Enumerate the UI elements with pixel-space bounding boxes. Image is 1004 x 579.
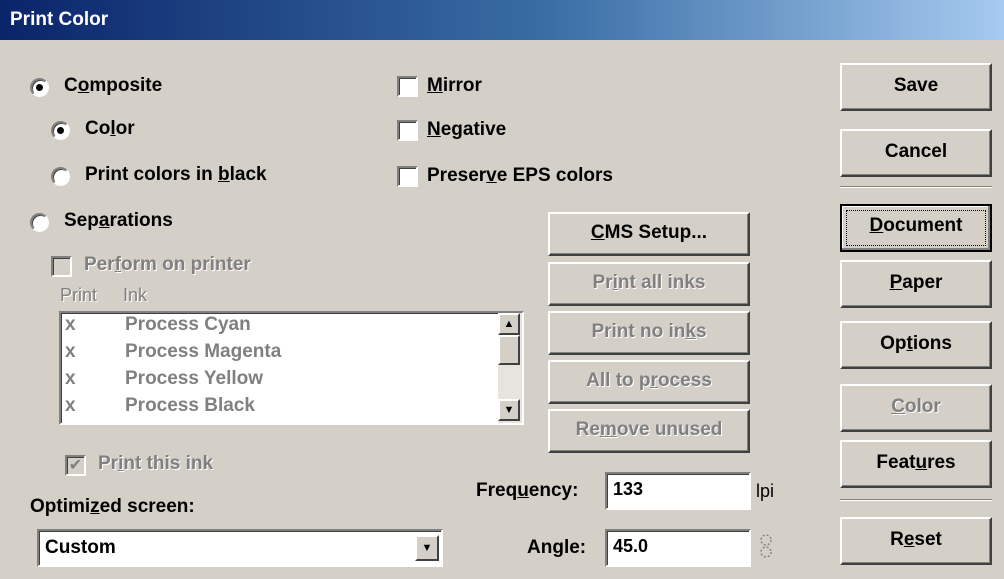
print-color-dialog: Print Color Composite Color Print colors… <box>0 0 1004 579</box>
window-title: Print Color <box>10 9 109 30</box>
column-header-ink: Ink <box>123 285 148 305</box>
preserve-eps-checkbox[interactable] <box>397 166 418 187</box>
list-item[interactable]: x Process Black <box>65 394 495 421</box>
separator <box>840 499 992 501</box>
composite-radio[interactable] <box>30 78 49 97</box>
ink-print-mark: x <box>65 314 76 335</box>
ink-name: Process Magenta <box>125 341 282 362</box>
remove-unused-button[interactable]: Remove unused <box>548 409 750 453</box>
color-button[interactable]: Color <box>840 384 992 432</box>
separations-label[interactable]: Separations <box>64 210 173 232</box>
frequency-value: 133 <box>613 479 644 499</box>
title-bar: Print Color <box>0 0 1004 40</box>
separator <box>840 186 992 188</box>
focus-rect <box>846 210 986 246</box>
list-item[interactable]: x Process Cyan <box>65 313 495 340</box>
composite-radio-dot <box>36 84 43 91</box>
options-button[interactable]: Options <box>840 321 992 369</box>
chevron-down-icon[interactable]: ▼ <box>415 535 439 561</box>
perform-on-printer-label[interactable]: Perform on printer <box>84 254 251 276</box>
ink-name: Process Yellow <box>125 368 264 389</box>
separations-radio[interactable] <box>30 213 49 232</box>
print-in-black-radio[interactable] <box>51 167 70 186</box>
scroll-up-button[interactable]: ▲ <box>498 313 520 335</box>
negative-label[interactable]: Negative <box>427 119 506 141</box>
paper-button[interactable]: Paper <box>840 260 992 308</box>
angle-input[interactable]: 45.0 <box>605 529 751 567</box>
reset-button[interactable]: Reset <box>840 517 992 565</box>
perform-on-printer-checkbox[interactable] <box>51 256 72 277</box>
document-button[interactable]: Document <box>840 204 992 252</box>
optimized-screen-dropdown[interactable]: Custom ▼ <box>37 529 443 567</box>
cms-setup-button[interactable]: CMS Setup... <box>548 212 750 256</box>
print-this-ink-label[interactable]: Print this ink <box>98 453 213 475</box>
preserve-eps-label[interactable]: Preserve EPS colors <box>427 165 613 187</box>
angle-label: Angle: <box>527 537 587 558</box>
optimized-screen-label: Optimized screen: <box>30 496 195 517</box>
frequency-label: Frequency: <box>476 480 579 501</box>
print-no-inks-button[interactable]: Print no inks <box>548 311 750 355</box>
negative-checkbox[interactable] <box>397 120 418 141</box>
list-item[interactable]: x Process Magenta <box>65 340 495 367</box>
ink-list[interactable]: x Process Cyan x Process Magenta x Process Ye… <box>59 311 524 425</box>
cancel-button[interactable]: Cancel <box>840 129 992 177</box>
optimized-screen-value: Custom <box>45 537 116 558</box>
features-button[interactable]: Features <box>840 440 992 488</box>
scroll-thumb[interactable] <box>498 335 520 365</box>
color-label[interactable]: Color <box>85 118 135 140</box>
print-in-black-label[interactable]: Print colors in black <box>85 164 267 186</box>
composite-label[interactable]: Composite <box>64 75 162 97</box>
ink-name: Process Black <box>125 395 255 416</box>
mirror-label[interactable]: Mirror <box>427 75 482 97</box>
all-to-process-button[interactable]: All to process <box>548 360 750 404</box>
frequency-unit: lpi <box>756 481 775 501</box>
ink-print-mark: x <box>65 395 76 416</box>
print-all-inks-button[interactable]: Print all inks <box>548 262 750 306</box>
angle-spinner-icon[interactable] <box>756 532 776 568</box>
ink-list-scrollbar[interactable]: ▲ ▼ <box>498 313 522 423</box>
frequency-input[interactable]: 133 <box>605 472 751 510</box>
angle-value: 45.0 <box>613 536 649 556</box>
ink-print-mark: x <box>65 341 76 362</box>
ink-print-mark: x <box>65 368 76 389</box>
mirror-checkbox[interactable] <box>397 76 418 97</box>
print-this-ink-checkbox[interactable]: ✔ <box>65 455 86 476</box>
ink-name: Process Cyan <box>125 314 251 335</box>
column-header-print: Print <box>60 285 98 305</box>
list-item[interactable]: x Process Yellow <box>65 367 495 394</box>
scroll-down-button[interactable]: ▼ <box>498 399 520 421</box>
color-radio[interactable] <box>51 121 70 140</box>
save-button[interactable]: Save <box>840 63 992 111</box>
color-radio-dot <box>57 127 64 134</box>
